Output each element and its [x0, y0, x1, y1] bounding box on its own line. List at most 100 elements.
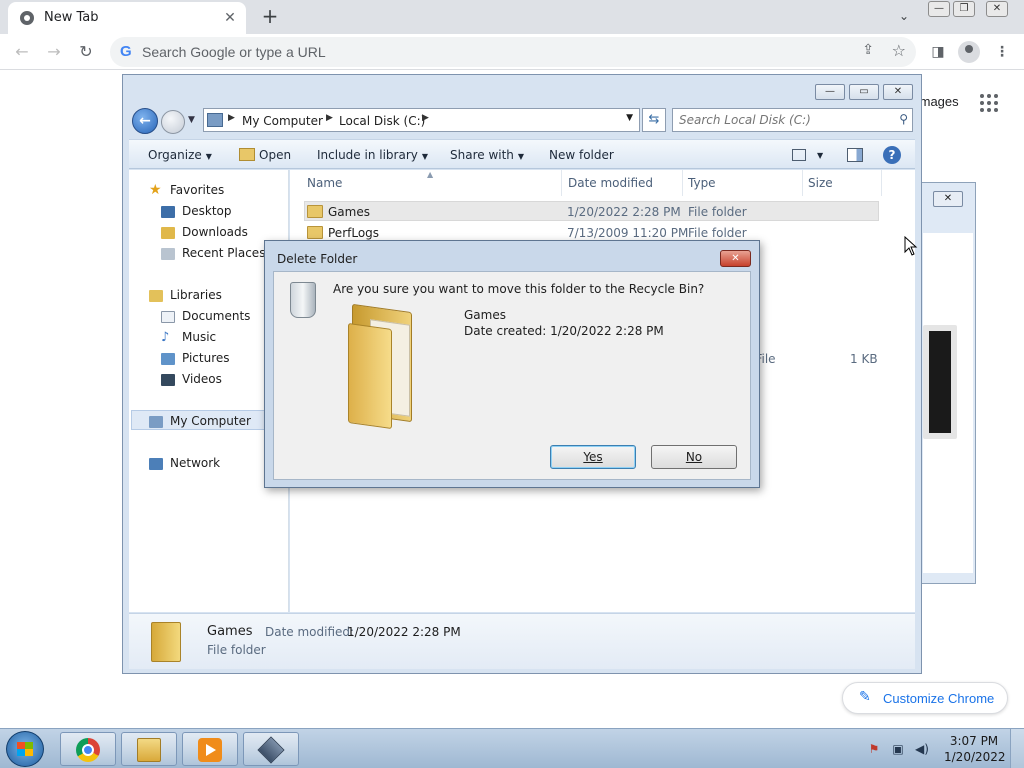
dialog-question: Are you sure you want to move this folde…: [333, 282, 705, 296]
nav-my-computer-label: My Computer: [170, 414, 251, 428]
network-tray-icon[interactable]: ▣: [890, 741, 906, 757]
back-arrow-icon[interactable]: ←: [10, 40, 34, 64]
nav-network-label: Network: [170, 456, 221, 470]
column-header-type[interactable]: Type: [688, 176, 716, 190]
omnibox[interactable]: G Search Google or type a URL ⇪ ☆: [110, 37, 916, 67]
dialog-close-icon[interactable]: ✕: [720, 250, 751, 267]
documents-icon: [161, 310, 175, 323]
view-options-dropdown-icon[interactable]: ▼: [817, 151, 823, 160]
google-apps-grid-icon[interactable]: [980, 94, 1000, 114]
nav-documents[interactable]: Documents: [161, 309, 250, 323]
change-view-icon[interactable]: [792, 149, 806, 161]
address-dropdown-icon[interactable]: ▼: [626, 113, 633, 123]
google-g-icon: G: [120, 43, 132, 60]
no-button[interactable]: No: [651, 445, 737, 469]
omnibox-placeholder: Search Google or type a URL: [142, 44, 326, 60]
search-icon[interactable]: ⚲: [899, 112, 908, 126]
preview-pane-icon[interactable]: [847, 148, 863, 162]
close-icon[interactable]: ✕: [986, 1, 1008, 17]
menu-dots-icon[interactable]: ⋮: [992, 42, 1012, 62]
share-with-button[interactable]: Share with ▼: [450, 148, 524, 162]
customize-chrome-button[interactable]: ✎ Customize Chrome: [842, 682, 1008, 714]
taskbar-chrome[interactable]: [60, 732, 116, 766]
explorer-forward-button[interactable]: [161, 110, 185, 134]
nav-pictures[interactable]: Pictures: [161, 351, 230, 365]
volume-icon[interactable]: ◀): [914, 741, 930, 757]
file-type: File folder: [688, 226, 747, 240]
taskbar-virtualbox[interactable]: [243, 732, 299, 766]
tab-close-icon[interactable]: ✕: [220, 8, 240, 28]
nav-network[interactable]: Network: [149, 456, 220, 470]
open-button[interactable]: Open: [259, 148, 291, 162]
file-size: 1 KB: [850, 352, 878, 366]
browser-tab-strip: New Tab ✕ + ⌄ — ❐ ✕: [0, 0, 1024, 34]
explorer-back-button[interactable]: ←: [132, 108, 158, 134]
pictures-icon: [161, 352, 175, 365]
file-type: File folder: [688, 205, 747, 219]
minimize-icon[interactable]: —: [928, 1, 950, 17]
taskbar: ⚑ ▣ ◀) 3:07 PM 1/20/2022: [0, 728, 1024, 768]
breadcrumb-local-disk[interactable]: Local Disk (C:): [339, 114, 425, 128]
refresh-icon[interactable]: ⇆: [642, 108, 666, 132]
include-in-library-button[interactable]: Include in library ▼: [317, 148, 428, 162]
forward-arrow-icon[interactable]: →: [42, 40, 66, 64]
yes-button[interactable]: Yes: [550, 445, 636, 469]
nav-recent-places[interactable]: Recent Places: [161, 246, 265, 260]
nav-desktop[interactable]: Desktop: [161, 204, 232, 218]
column-divider[interactable]: [881, 170, 882, 196]
explorer-search-box[interactable]: ⚲: [672, 108, 913, 132]
column-header-size[interactable]: Size: [808, 176, 833, 190]
profile-avatar-icon[interactable]: [958, 41, 980, 63]
nav-videos[interactable]: Videos: [161, 372, 222, 386]
explorer-close-icon[interactable]: ✕: [883, 84, 913, 100]
explorer-maximize-icon[interactable]: ▭: [849, 84, 879, 100]
nav-downloads[interactable]: Downloads: [161, 225, 248, 239]
dialog-folder-name: Games: [464, 308, 506, 322]
nav-desktop-label: Desktop: [182, 204, 232, 218]
restore-icon[interactable]: ❐: [953, 1, 975, 17]
taskbar-explorer[interactable]: [121, 732, 177, 766]
bookmark-star-icon[interactable]: ☆: [892, 41, 906, 60]
nav-videos-label: Videos: [182, 372, 222, 386]
taskbar-media-player[interactable]: [182, 732, 238, 766]
folder-icon: [307, 205, 323, 218]
nav-libraries[interactable]: Libraries: [149, 288, 222, 302]
file-name[interactable]: Games: [328, 205, 370, 219]
reload-icon[interactable]: ↻: [74, 40, 98, 64]
address-bar[interactable]: ▶ My Computer ▶ Local Disk (C:) ▶ ▼: [203, 108, 640, 132]
column-header-date-modified[interactable]: Date modified: [568, 176, 653, 190]
new-tab-button[interactable]: +: [258, 4, 282, 28]
organize-button[interactable]: Organize ▼: [148, 148, 212, 162]
clock-date[interactable]: 1/20/2022: [944, 750, 1006, 764]
clock-time[interactable]: 3:07 PM: [948, 734, 1000, 748]
browser-tab[interactable]: New Tab ✕: [8, 2, 246, 34]
explorer-minimize-icon[interactable]: —: [815, 84, 845, 100]
start-button[interactable]: [6, 731, 44, 767]
column-divider[interactable]: [682, 170, 683, 196]
breadcrumb-separator-icon[interactable]: ▶: [326, 113, 333, 123]
file-name[interactable]: PerfLogs: [328, 226, 379, 240]
computer-icon: [207, 113, 223, 127]
recent-pages-dropdown-icon[interactable]: ▼: [188, 115, 195, 125]
tab-search-chevron-icon[interactable]: ⌄: [894, 6, 914, 26]
show-desktop-button[interactable]: [1010, 729, 1024, 768]
action-center-flag-icon[interactable]: ⚑: [866, 741, 882, 757]
explorer-search-input[interactable]: [679, 112, 889, 128]
breadcrumb-separator-icon[interactable]: ▶: [228, 113, 235, 123]
column-header-name[interactable]: Name: [307, 176, 342, 190]
virtualbox-icon: [257, 736, 285, 764]
background-window[interactable]: ✕: [918, 182, 976, 584]
background-window-close-icon[interactable]: ✕: [933, 191, 963, 207]
nav-my-computer[interactable]: My Computer: [149, 414, 251, 428]
column-divider[interactable]: [561, 170, 562, 196]
side-panel-icon[interactable]: ◨: [928, 42, 948, 62]
breadcrumb-my-computer[interactable]: My Computer: [242, 114, 323, 128]
help-icon[interactable]: ?: [883, 146, 901, 164]
nav-favorites[interactable]: ★ Favorites: [149, 183, 224, 198]
share-icon[interactable]: ⇪: [862, 42, 874, 58]
images-link[interactable]: Images: [916, 94, 959, 109]
breadcrumb-separator-icon[interactable]: ▶: [422, 113, 429, 123]
column-divider[interactable]: [802, 170, 803, 196]
nav-music[interactable]: ♪ Music: [161, 330, 216, 344]
new-folder-button[interactable]: New folder: [549, 148, 614, 162]
